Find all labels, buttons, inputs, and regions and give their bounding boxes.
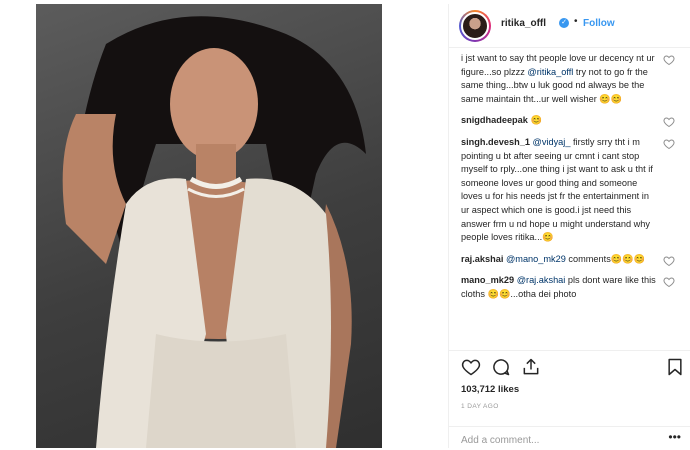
header-separator: • (574, 16, 578, 27)
verified-badge-icon: ✓ (559, 18, 569, 28)
header-username[interactable]: ritika_offl (501, 18, 546, 29)
comment-text: singh.devesh_1 @vidyaj_ firstly srry tht… (461, 137, 653, 242)
comment-text: mano_mk29 @raj.akshai pls dont ware like… (461, 275, 656, 299)
comment-username[interactable]: snigdhadeepak (461, 115, 528, 125)
share-icon[interactable] (521, 357, 541, 377)
comment-mention[interactable]: @ritika_offl (527, 67, 573, 77)
comment-username[interactable]: singh.devesh_1 (461, 137, 530, 147)
comment-mention[interactable]: @raj.akshai (517, 275, 566, 285)
comment-body: firstly srry tht i m pointing u bt after… (461, 136, 653, 243)
comment-body: comments😊😊😊 (565, 253, 646, 264)
heart-icon[interactable] (461, 357, 481, 377)
comment-like-heart-icon[interactable] (663, 54, 675, 66)
comment-username[interactable]: mano_mk29 (461, 275, 514, 285)
comment-item: snigdhadeepak 😊 (461, 114, 681, 128)
post-header: ritika_offl ✓ • Follow (449, 4, 690, 48)
comment-like-heart-icon[interactable] (663, 116, 675, 128)
comment-mention[interactable]: @mano_mk29 (506, 254, 566, 264)
comment-item: singh.devesh_1 @vidyaj_ firstly srry tht… (461, 136, 681, 245)
comment-text: snigdhadeepak 😊 (461, 115, 542, 125)
more-options-icon[interactable]: ••• (668, 431, 681, 443)
add-comment-input[interactable] (461, 433, 651, 447)
post-side-panel: ritika_offl ✓ • Follow i jst want to say… (448, 4, 690, 448)
comment-like-heart-icon[interactable] (663, 276, 675, 288)
follow-button[interactable]: Follow (583, 18, 615, 29)
comment-text: raj.akshai @mano_mk29 comments😊😊😊 (461, 254, 645, 264)
bookmark-icon[interactable] (665, 357, 685, 377)
comment-item: i jst want to say tht people love ur dec… (461, 52, 681, 106)
comment-item: mano_mk29 @raj.akshai pls dont ware like… (461, 274, 681, 301)
likes-count[interactable]: 103,712 likes (461, 384, 519, 395)
avatar[interactable] (459, 10, 491, 42)
post-timestamp: 1 DAY AGO (461, 403, 499, 410)
add-comment-bar: ••• (449, 426, 690, 448)
action-bar (449, 350, 690, 384)
post-photo[interactable] (36, 4, 382, 448)
comment-item: raj.akshai @mano_mk29 comments😊😊😊 (461, 253, 681, 267)
comment-like-heart-icon[interactable] (663, 138, 675, 150)
comment-username[interactable]: raj.akshai (461, 254, 503, 264)
comment-mention[interactable]: @vidyaj_ (533, 137, 571, 147)
comment-body: 😊 (527, 115, 542, 126)
comment-like-heart-icon[interactable] (663, 255, 675, 267)
comments-list[interactable]: i jst want to say tht people love ur dec… (449, 52, 690, 352)
comment-bubble-icon[interactable] (491, 357, 511, 377)
comment-text: i jst want to say tht people love ur dec… (461, 53, 655, 104)
post-photo-illustration (62, 16, 366, 448)
